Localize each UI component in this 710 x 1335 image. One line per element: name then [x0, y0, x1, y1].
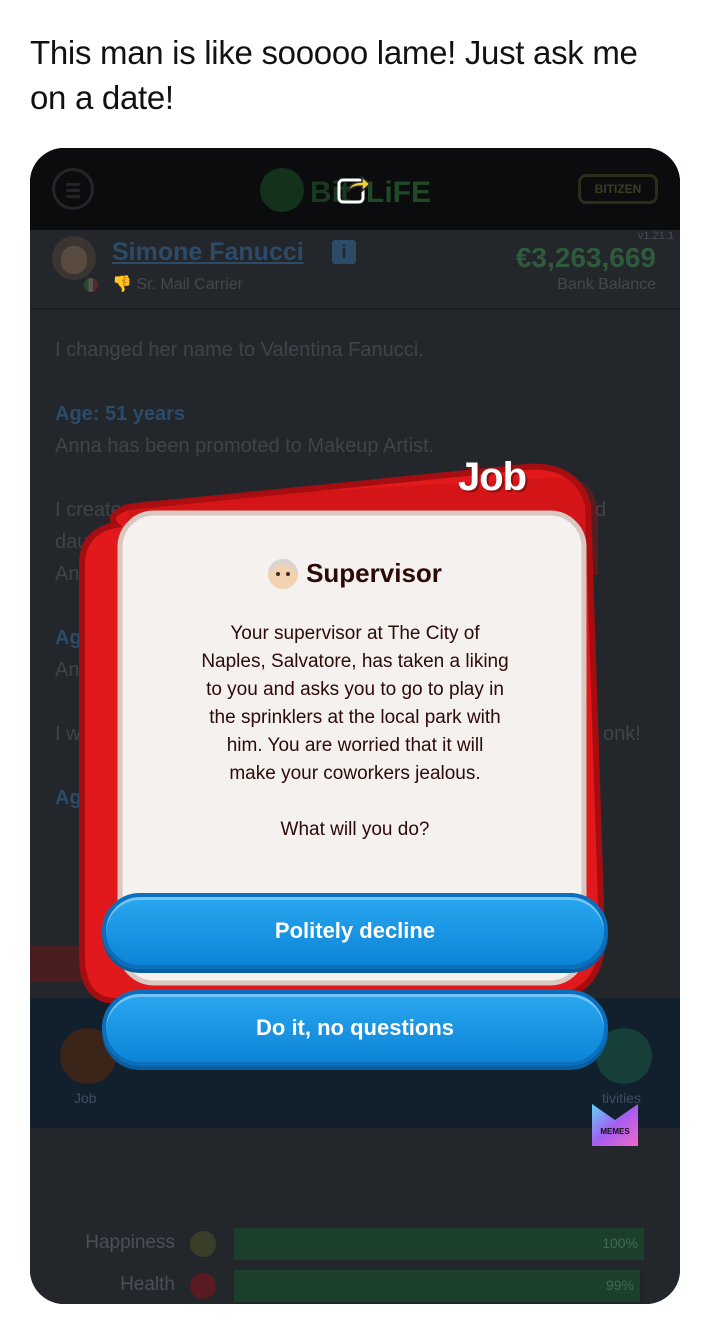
- job-category-tag: Job: [458, 455, 527, 499]
- modal-title-row: Supervisor: [0, 558, 710, 589]
- bank-balance-label: Bank Balance: [557, 276, 656, 293]
- stat-bar-fill: 99%: [234, 1270, 640, 1302]
- info-icon[interactable]: i: [332, 240, 356, 264]
- share-icon[interactable]: [336, 170, 372, 206]
- character-name[interactable]: Simone Fanucci: [112, 238, 304, 267]
- bitizen-badge[interactable]: BITIZEN: [578, 174, 658, 204]
- stat-value: 99%: [605, 1277, 634, 1293]
- tab-job-label[interactable]: Job: [74, 1090, 97, 1106]
- stat-bar-happiness: 100%: [234, 1228, 644, 1260]
- occupation-label: 👎 Sr. Mail Carrier: [112, 276, 244, 293]
- modal-body: Your supervisor at The City of Naples, S…: [201, 623, 509, 840]
- health-icon: [190, 1273, 216, 1299]
- character-header: Simone Fanucci i 👎 Sr. Mail Carrier €3,2…: [30, 230, 680, 310]
- do-it-button[interactable]: Do it, no questions: [102, 990, 608, 1066]
- modal-title: Supervisor: [306, 558, 442, 588]
- occupation-text: Sr. Mail Carrier: [136, 276, 244, 293]
- top-bar: Bit LiFE BITIZEN: [30, 148, 680, 230]
- log-line: I changed her name to Valentina Fanucci.: [55, 339, 424, 361]
- stat-value: 100%: [602, 1235, 638, 1251]
- menu-icon[interactable]: [52, 168, 94, 210]
- svg-text:MEMES: MEMES: [600, 1127, 630, 1136]
- age-header: Age: 51 years: [55, 403, 186, 425]
- man-emoji-icon: [268, 558, 299, 589]
- meme-caption: This man is like sooooo lame! Just ask m…: [30, 34, 638, 116]
- stat-bar-fill: 100%: [234, 1228, 644, 1260]
- svg-text:LiFE: LiFE: [366, 176, 431, 209]
- stat-label-happiness: Happiness: [85, 1232, 175, 1253]
- avatar[interactable]: [52, 236, 96, 280]
- memes-watermark-logo: MEMES: [592, 1104, 638, 1146]
- stat-label-health: Health: [120, 1274, 175, 1295]
- happiness-icon: [190, 1231, 216, 1257]
- bank-balance-value: €3,263,669: [515, 242, 656, 273]
- politely-decline-button[interactable]: Politely decline: [102, 893, 608, 969]
- stat-bar-health: 99%: [234, 1270, 644, 1302]
- italy-flag-icon: [84, 278, 98, 292]
